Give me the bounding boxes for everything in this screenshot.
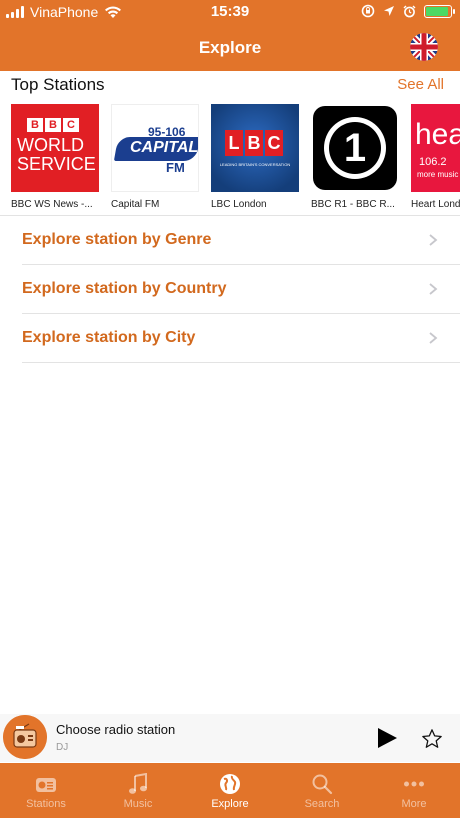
station-name: LBC London bbox=[211, 199, 267, 210]
logo-text: hea bbox=[415, 118, 460, 151]
rotation-lock-icon bbox=[361, 4, 375, 18]
tab-explore[interactable]: Explore bbox=[184, 763, 276, 818]
tab-label: Explore bbox=[211, 798, 249, 810]
globe-icon bbox=[220, 774, 240, 794]
station-card-capital-fm[interactable]: 95-106 CAPITAL FM Capital FM bbox=[111, 104, 201, 210]
uk-flag-icon[interactable] bbox=[410, 33, 438, 61]
more-icon bbox=[404, 781, 424, 787]
page-title: Explore bbox=[198, 38, 262, 57]
bbc-r1-logo: 1 bbox=[311, 104, 399, 192]
tab-label: Stations bbox=[26, 798, 66, 810]
row-label: Explore station by City bbox=[22, 329, 196, 346]
tab-bar: Stations Music Explore Search More bbox=[0, 763, 460, 818]
location-icon bbox=[384, 6, 394, 16]
station-card-lbc[interactable]: L B C LEADING BRITAIN'S CONVERSATION LBC… bbox=[211, 104, 301, 210]
header: VinaPhone 15:39 Explore bbox=[0, 0, 460, 71]
status-bar: VinaPhone 15:39 bbox=[0, 0, 460, 24]
explore-by-city-row[interactable]: Explore station by City bbox=[0, 314, 460, 363]
chevron-right-icon bbox=[429, 332, 438, 344]
tab-label: More bbox=[401, 798, 427, 810]
bbc-blocks: B B C bbox=[27, 118, 79, 132]
logo-text: CAPITAL bbox=[130, 139, 199, 156]
heart-logo: hea 106.2 more music bbox=[411, 104, 460, 192]
logo-tag: LEADING BRITAIN'S CONVERSATION bbox=[219, 162, 291, 167]
bbc-ws-logo: B B C WORLD SERVICE bbox=[11, 104, 99, 192]
tab-label: Music bbox=[123, 798, 153, 810]
logo-tag: more music bbox=[417, 170, 459, 179]
logo-line2: SERVICE bbox=[17, 154, 96, 174]
see-all-link[interactable]: See All bbox=[397, 76, 444, 93]
music-note-icon bbox=[129, 773, 147, 794]
logo-line1: WORLD bbox=[17, 135, 84, 155]
player-title: Choose radio station bbox=[56, 722, 176, 737]
row-label: Explore station by Country bbox=[22, 280, 227, 297]
section-title: Top Stations bbox=[11, 75, 105, 94]
star-icon[interactable] bbox=[421, 728, 443, 750]
station-card-bbc-ws[interactable]: B B C WORLD SERVICE BBC WS News -... bbox=[11, 104, 101, 210]
lbc-blocks: L B C bbox=[225, 130, 283, 156]
radio-icon bbox=[36, 778, 56, 792]
chevron-right-icon bbox=[429, 234, 438, 246]
station-name: Capital FM bbox=[111, 199, 160, 210]
r1-number: 1 bbox=[329, 122, 381, 174]
search-icon bbox=[312, 774, 333, 795]
radio-artwork-icon bbox=[3, 715, 47, 759]
logo-fm: FM bbox=[166, 160, 185, 175]
tab-stations[interactable]: Stations bbox=[0, 763, 92, 818]
station-card-bbc-r1[interactable]: 1 BBC R1 - BBC R... bbox=[311, 104, 401, 210]
row-label: Explore station by Genre bbox=[22, 231, 212, 248]
station-name: BBC WS News -... bbox=[11, 199, 93, 210]
tab-more[interactable]: More bbox=[368, 763, 460, 818]
mini-player[interactable]: Choose radio station DJ bbox=[0, 714, 460, 762]
station-name: BBC R1 - BBC R... bbox=[311, 199, 395, 210]
capital-fm-logo: 95-106 CAPITAL FM bbox=[111, 104, 199, 192]
chevron-right-icon bbox=[429, 283, 438, 295]
tab-search[interactable]: Search bbox=[276, 763, 368, 818]
play-icon[interactable] bbox=[376, 727, 398, 749]
tab-music[interactable]: Music bbox=[92, 763, 184, 818]
explore-by-country-row[interactable]: Explore station by Country bbox=[0, 265, 460, 314]
station-card-heart[interactable]: hea 106.2 more music Heart London bbox=[411, 104, 460, 210]
logo-num: 106.2 bbox=[419, 156, 447, 168]
alarm-icon bbox=[403, 5, 416, 17]
row-separator bbox=[22, 362, 460, 363]
player-subtitle: DJ bbox=[56, 742, 69, 753]
station-name: Heart London bbox=[411, 199, 460, 210]
status-right bbox=[361, 4, 455, 18]
stations-carousel[interactable]: B B C WORLD SERVICE BBC WS News -... 95-… bbox=[0, 104, 460, 214]
top-stations-header: Top Stations See All bbox=[0, 71, 460, 99]
tab-label: Search bbox=[304, 798, 340, 810]
lbc-logo: L B C LEADING BRITAIN'S CONVERSATION bbox=[211, 104, 299, 192]
explore-by-genre-row[interactable]: Explore station by Genre bbox=[0, 216, 460, 265]
explore-list: Explore station by Genre Explore station… bbox=[0, 216, 460, 363]
battery-icon bbox=[424, 4, 455, 18]
